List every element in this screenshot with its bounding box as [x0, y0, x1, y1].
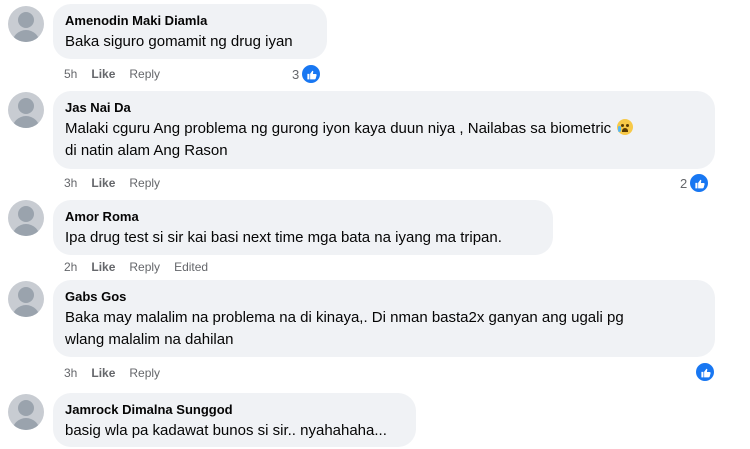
comment-bubble: Jamrock Dimalna Sunggod basig wla pa kad… [53, 393, 416, 447]
reaction-count[interactable]: 3 [292, 64, 322, 84]
avatar[interactable] [8, 6, 44, 42]
comment-bubble: Gabs Gos Baka may malalim na problema na… [53, 280, 715, 357]
comment-text: Malaki cguru Ang problema ng gurong iyon… [65, 118, 703, 162]
author-name[interactable]: Jas Nai Da [65, 99, 703, 116]
comment-bubble: Amor Roma Ipa drug test si sir kai basi … [53, 200, 553, 255]
comment-bubble: Amenodin Maki Diamla Baka siguro gomamit… [53, 4, 327, 59]
reply-button[interactable]: Reply [129, 66, 160, 82]
timestamp[interactable]: 3h [64, 175, 77, 191]
edited-label: Edited [174, 260, 209, 274]
like-button[interactable]: Like [91, 365, 115, 381]
comment-text-line: di natin alam Ang Rason [65, 142, 228, 159]
comment-actions: 5h Like Reply [64, 66, 174, 82]
reply-button[interactable]: Reply [129, 175, 160, 191]
reaction-number: 2 [680, 175, 688, 191]
author-name[interactable]: Jamrock Dimalna Sunggod [65, 401, 404, 418]
like-button[interactable]: Like [91, 175, 115, 191]
comment-actions: 2h Like Reply Edited [64, 259, 222, 275]
avatar[interactable] [8, 281, 44, 317]
author-name[interactable]: Amenodin Maki Diamla [65, 12, 315, 29]
crying-face-icon [617, 119, 634, 135]
timestamp[interactable]: 5h [64, 66, 77, 82]
avatar[interactable] [8, 200, 44, 236]
author-name[interactable]: Gabs Gos [65, 288, 703, 305]
reaction-count[interactable] [693, 362, 715, 382]
like-reaction-icon [301, 64, 322, 84]
comment-actions: 3h Like Reply [64, 365, 174, 381]
avatar[interactable] [8, 394, 44, 430]
comment-text-line: wlang malalim na dahilan [65, 331, 234, 348]
comment-text-line: Baka may malalim na problema na di kinay… [65, 309, 624, 326]
comment-bubble: Jas Nai Da Malaki cguru Ang problema ng … [53, 91, 715, 169]
timestamp[interactable]: 2h [64, 259, 77, 275]
author-name[interactable]: Amor Roma [65, 208, 541, 225]
comment-text: Ipa drug test si sir kai basi next time … [65, 229, 502, 246]
reply-button[interactable]: Reply [129, 365, 160, 381]
reaction-number: 3 [292, 66, 300, 82]
comment-text: basig wla pa kadawat bunos si sir.. nyah… [65, 422, 387, 439]
reply-button[interactable]: Reply [129, 259, 160, 275]
timestamp[interactable]: 3h [64, 365, 77, 381]
comment-text-line: Malaki cguru Ang problema ng gurong iyon… [65, 120, 612, 137]
like-button[interactable]: Like [91, 259, 115, 275]
like-reaction-icon [695, 362, 715, 382]
comment-text: Baka siguro gomamit ng drug iyan [65, 33, 293, 50]
like-reaction-icon [689, 173, 710, 193]
comment-text: Baka may malalim na problema na di kinay… [65, 307, 703, 351]
avatar[interactable] [8, 92, 44, 128]
like-button[interactable]: Like [91, 66, 115, 82]
reaction-count[interactable]: 2 [680, 173, 710, 193]
comment-actions: 3h Like Reply [64, 175, 174, 191]
